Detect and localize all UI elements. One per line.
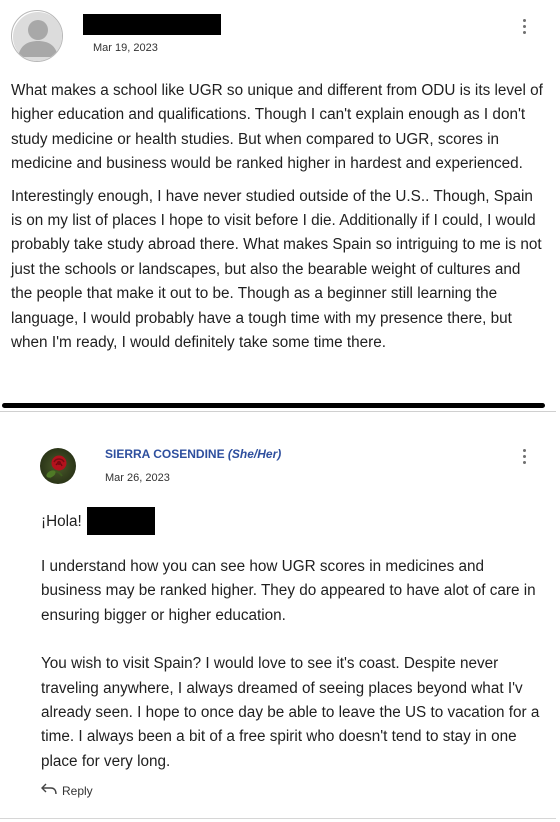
default-user-icon	[11, 10, 63, 62]
divider	[0, 818, 556, 819]
reply-button[interactable]: Reply	[40, 782, 93, 799]
divider-redaction-line	[2, 403, 545, 408]
greeting: ¡Hola!	[41, 513, 82, 531]
post-date: Mar 26, 2023	[105, 472, 170, 484]
post-paragraph: What makes a school like UGR so unique a…	[11, 82, 543, 173]
kebab-menu-icon[interactable]	[521, 19, 527, 34]
post-date: Mar 19, 2023	[93, 42, 158, 54]
post-paragraph: Interestingly enough, I have never studi…	[11, 187, 542, 352]
kebab-menu-icon[interactable]	[521, 449, 527, 464]
post-paragraph: You wish to visit Spain? I would love to…	[41, 655, 540, 770]
redacted-recipient-name	[87, 507, 155, 535]
redacted-author-name	[83, 14, 221, 35]
author-name-text: SIERRA COSENDINE	[105, 447, 225, 461]
post-2-reply: SIERRA COSENDINE (She/Her) Mar 26, 2023 …	[0, 412, 560, 822]
author-pronouns: (She/Her)	[227, 447, 282, 461]
post-paragraph: I understand how you can see how UGR sco…	[41, 558, 536, 624]
post-1: Mar 19, 2023 What makes a school like UG…	[0, 0, 560, 412]
post-body: I understand how you can see how UGR sco…	[41, 555, 546, 798]
reply-label: Reply	[62, 783, 93, 798]
post-body: What makes a school like UGR so unique a…	[11, 79, 545, 363]
author-name[interactable]: SIERRA COSENDINE (She/Her)	[105, 447, 281, 461]
rose-avatar	[40, 448, 76, 484]
reply-arrow-icon	[40, 782, 58, 799]
greeting-text: ¡Hola!	[41, 513, 82, 530]
